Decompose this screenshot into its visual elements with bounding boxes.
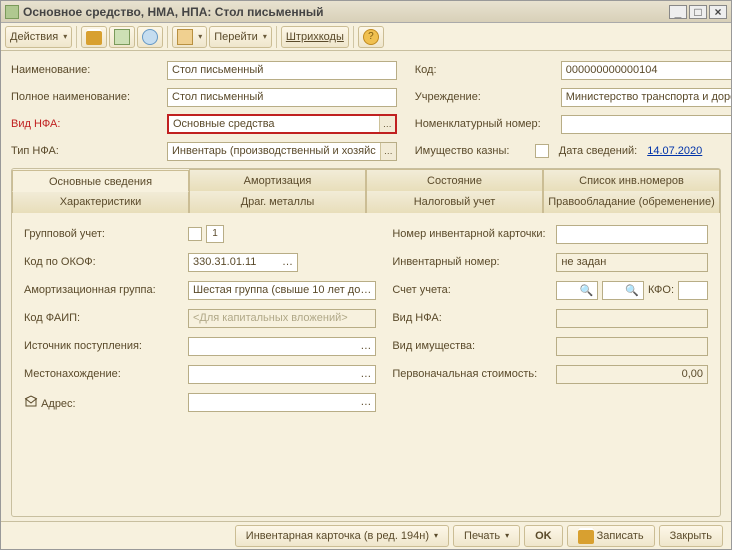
invnum-value: не задан xyxy=(556,253,708,272)
date-label: Дата сведений: xyxy=(559,145,637,157)
tab-amortization[interactable]: Амортизация xyxy=(189,169,366,191)
tab-tax[interactable]: Налоговый учет xyxy=(366,191,543,213)
address-icon xyxy=(24,395,38,407)
refresh-icon-button[interactable] xyxy=(137,26,163,48)
initcost-value: 0,00 xyxy=(556,365,708,384)
goto-menu[interactable]: Перейти xyxy=(209,26,272,48)
tab-characteristics[interactable]: Характеристики xyxy=(12,191,189,213)
addr-label: Адрес: xyxy=(24,395,184,410)
group-count[interactable]: 1 xyxy=(206,225,224,243)
ellipsis-button[interactable]: … xyxy=(360,396,371,408)
ellipsis-button[interactable]: … xyxy=(360,284,371,296)
faip-input: <Для капитальных вложений> xyxy=(188,309,376,328)
nfa-kind2-value xyxy=(556,309,708,328)
nfa-type-input[interactable]: Инвентарь (производственный и хозяйс… xyxy=(167,142,397,161)
help-button[interactable]: ? xyxy=(358,26,384,48)
prop-kind-label: Вид имущества: xyxy=(392,340,552,352)
save-button[interactable]: Записать xyxy=(567,525,655,547)
tab-precious[interactable]: Драг. металлы xyxy=(189,191,366,213)
maximize-button[interactable]: □ xyxy=(689,5,707,19)
ellipsis-button[interactable]: … xyxy=(360,368,371,380)
nomnum-label: Номенклатурный номер: xyxy=(415,118,555,130)
okof-input[interactable]: 330.31.01.11… xyxy=(188,253,298,272)
save-icon-button[interactable] xyxy=(81,26,107,48)
nfa-type-label: Тип НФА: xyxy=(11,145,161,157)
new-icon xyxy=(114,29,130,45)
tab-main-info[interactable]: Основные сведения xyxy=(12,170,189,192)
tab-row-1: Основные сведения Амортизация Состояние … xyxy=(12,169,720,191)
card-label: Номер инвентарной карточки: xyxy=(392,228,552,240)
toolbar: Действия Перейти Штрихкоды ? xyxy=(1,23,731,51)
date-value[interactable]: 14.07.2020 xyxy=(647,145,702,157)
close-footer-button[interactable]: Закрыть xyxy=(659,525,723,547)
addr-input[interactable]: … xyxy=(188,393,376,412)
ok-button[interactable]: OK xyxy=(524,525,563,547)
tab-inv-list[interactable]: Список инв.номеров xyxy=(543,169,720,191)
barcodes-button[interactable]: Штрихкоды xyxy=(281,26,349,48)
code-input[interactable]: 000000000000104 xyxy=(561,61,731,80)
kfo-input[interactable] xyxy=(678,281,708,300)
account-input[interactable]: 🔍 xyxy=(556,281,598,300)
inventory-card-button[interactable]: Инвентарная карточка (в ред. 194н) xyxy=(235,525,449,547)
card-input[interactable] xyxy=(556,225,708,244)
okof-label: Код по ОКОФ: xyxy=(24,256,184,268)
minimize-button[interactable]: _ xyxy=(669,5,687,19)
kfo-label: КФО: xyxy=(648,284,674,296)
lookup-icon[interactable]: 🔍 xyxy=(579,284,593,297)
new-icon-button[interactable] xyxy=(109,26,135,48)
account-sub-input[interactable]: 🔍 xyxy=(602,281,644,300)
tab-row-2: Характеристики Драг. металлы Налоговый у… xyxy=(12,191,720,213)
loc-label: Местонахождение: xyxy=(24,368,184,380)
fullname-input[interactable]: Стол письменный xyxy=(167,88,397,107)
invnum-label: Инвентарный номер: xyxy=(392,256,552,268)
account-label: Счет учета: xyxy=(392,284,552,296)
select-icon-button[interactable] xyxy=(172,26,207,48)
name-input[interactable]: Стол письменный xyxy=(167,61,397,80)
lookup-icon[interactable]: 🔍 xyxy=(625,284,639,297)
treasury-checkbox[interactable] xyxy=(535,144,549,158)
treasury-label: Имущество казны: xyxy=(415,145,525,157)
close-button[interactable]: × xyxy=(709,5,727,19)
nfa-kind-input[interactable]: Основные средства… xyxy=(167,114,397,134)
loc-input[interactable]: … xyxy=(188,365,376,384)
code-label: Код: xyxy=(415,64,555,76)
nfa-kind2-label: Вид НФА: xyxy=(392,312,552,324)
nfa-kind-label: Вид НФА: xyxy=(11,118,161,130)
window-title: Основное средство, НМА, НПА: Стол письме… xyxy=(23,5,323,19)
hand-icon xyxy=(177,29,193,45)
amort-input[interactable]: Шестая группа (свыше 10 лет до… xyxy=(188,281,376,300)
save-icon xyxy=(578,528,594,544)
amort-label: Амортизационная группа: xyxy=(24,284,184,296)
initcost-label: Первоначальная стоимость: xyxy=(392,368,552,380)
faip-label: Код ФАИП: xyxy=(24,312,184,324)
ellipsis-button[interactable]: … xyxy=(282,256,293,268)
save-icon xyxy=(86,29,102,45)
tab-state[interactable]: Состояние xyxy=(366,169,543,191)
prop-kind-value xyxy=(556,337,708,356)
ellipsis-button[interactable]: … xyxy=(379,116,395,132)
refresh-icon xyxy=(142,29,158,45)
footer: Инвентарная карточка (в ред. 194н) Печат… xyxy=(1,521,731,549)
institution-label: Учреждение: xyxy=(415,91,555,103)
group-label: Групповой учет: xyxy=(24,228,184,240)
src-input[interactable]: … xyxy=(188,337,376,356)
ellipsis-button[interactable]: … xyxy=(380,143,396,160)
group-checkbox[interactable] xyxy=(188,227,202,241)
nomnum-input[interactable] xyxy=(561,115,731,134)
title-bar: Основное средство, НМА, НПА: Стол письме… xyxy=(1,1,731,23)
app-icon xyxy=(5,5,19,19)
actions-menu[interactable]: Действия xyxy=(5,26,72,48)
tab-rights[interactable]: Правообладание (обременение) xyxy=(543,191,720,213)
name-label: Наименование: xyxy=(11,64,161,76)
ellipsis-button[interactable]: … xyxy=(360,340,371,352)
src-label: Источник поступления: xyxy=(24,340,184,352)
help-icon: ? xyxy=(363,29,379,45)
fullname-label: Полное наименование: xyxy=(11,91,161,103)
print-button[interactable]: Печать xyxy=(453,525,520,547)
institution-input[interactable]: Министерство транспорта и доро› xyxy=(561,88,731,107)
